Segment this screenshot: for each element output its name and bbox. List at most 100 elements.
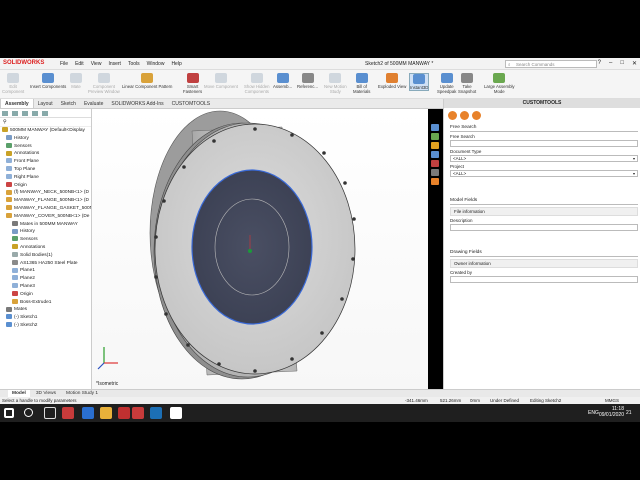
configuration-icon[interactable] — [22, 111, 28, 116]
tree-node[interactable]: Sensors — [0, 236, 91, 244]
command-smart-fasteners-button[interactable]: Smart Fasteners — [183, 73, 202, 94]
file-explorer-taskbar-icon[interactable] — [100, 407, 112, 419]
tree-node[interactable]: Origin — [0, 290, 91, 299]
windows-start-icon[interactable] — [4, 408, 14, 418]
custom-properties-icon[interactable] — [431, 169, 439, 176]
clock[interactable]: 11:18 09/01/2020 — [599, 406, 624, 418]
menu-item-tools[interactable]: Tools — [128, 61, 140, 67]
tree-node[interactable]: History — [0, 228, 91, 236]
file-information-group[interactable]: File information — [450, 207, 638, 216]
bottom-tab-model[interactable]: Model — [8, 390, 30, 397]
document-type-select[interactable]: <ALL> ▾ — [450, 155, 638, 162]
tab-evaluate[interactable]: Evaluate — [80, 99, 107, 108]
tree-node[interactable]: MANWAY_COVER_500NB<1> (De — [0, 213, 91, 221]
command-component-preview-window-button[interactable]: Component Preview Window — [88, 73, 120, 94]
solidworks-taskbar-icon[interactable] — [62, 407, 74, 419]
tree-node[interactable]: Annotations — [0, 244, 91, 252]
notification-badge[interactable]: 21 — [626, 410, 632, 416]
manway-cover[interactable] — [191, 169, 313, 325]
tree-root[interactable]: 500MM MANWAY (Default<Display — [0, 127, 91, 135]
section-title[interactable]: Model Fields — [450, 197, 638, 205]
created-by-input[interactable] — [450, 276, 638, 283]
tree-node[interactable]: AS1365 HA250 Steel Plate — [0, 259, 91, 268]
menu-item-window[interactable]: Window — [147, 61, 165, 67]
customtools-icon[interactable] — [431, 178, 439, 185]
edge-icon[interactable] — [82, 407, 94, 419]
tree-node[interactable]: Mates — [0, 306, 91, 314]
tree-node[interactable]: Mates in 500MM MANWAY — [0, 220, 91, 229]
minimize-button[interactable]: – — [609, 60, 612, 67]
project-select[interactable]: <ALL> ▾ — [450, 170, 638, 177]
tree-node[interactable]: Boss-Extrude1 — [0, 298, 91, 307]
command-large-assembly-mode-button[interactable]: Large Assembly Mode — [484, 73, 515, 94]
menu-item-insert[interactable]: Insert — [108, 61, 121, 67]
graphics-area[interactable]: *Isometric — [92, 109, 428, 389]
tree-node[interactable]: Plane2 — [0, 275, 91, 283]
settings-button-icon[interactable] — [472, 111, 481, 120]
property-manager-icon[interactable] — [12, 111, 18, 116]
command-assemb-button[interactable]: Assemb... — [273, 73, 292, 89]
settings-icon[interactable] — [150, 407, 162, 419]
tree-node[interactable]: History — [0, 135, 91, 143]
appearances-icon[interactable] — [431, 160, 439, 167]
search-button-icon[interactable] — [448, 111, 457, 120]
tab-sketch[interactable]: Sketch — [57, 99, 80, 108]
search-taskbar-icon[interactable] — [24, 408, 33, 417]
tree-node[interactable]: MANWAY_FLANGE_500NB<1> (D — [0, 197, 91, 205]
menu-item-help[interactable]: Help — [171, 61, 181, 67]
bottom-tab-motion-study-1[interactable]: Motion Study 1 — [62, 390, 102, 397]
pdm-icon[interactable] — [118, 407, 130, 419]
tab-layout[interactable]: Layout — [34, 99, 57, 108]
display-manager-icon[interactable] — [42, 111, 48, 116]
section-title[interactable]: Drawing Fields — [450, 249, 638, 257]
tree-filter[interactable]: ⚲ — [0, 118, 91, 127]
description-input[interactable] — [450, 224, 638, 231]
command-new-motion-study-button[interactable]: New Motion Study — [324, 73, 347, 94]
owner-information-group[interactable]: Owner information — [450, 259, 638, 268]
tree-node[interactable]: Origin — [0, 181, 91, 190]
tree-node[interactable]: Solid Bodies(1) — [0, 251, 91, 260]
file-explorer-icon[interactable] — [431, 142, 439, 149]
status-units[interactable]: MMGS — [605, 398, 619, 403]
close-button[interactable]: ✕ — [632, 60, 637, 67]
dimxpert-icon[interactable] — [32, 111, 38, 116]
language-indicator[interactable]: ENG — [588, 410, 599, 416]
tab-assembly[interactable]: Assembly — [0, 99, 34, 108]
command-insert-components-button[interactable]: Insert Components — [30, 73, 66, 89]
command-bill-of-materials-button[interactable]: Bill of Materials — [353, 73, 370, 94]
command-referenc-button[interactable]: Referenc... — [297, 73, 318, 89]
command-mate-button[interactable]: Mate — [70, 73, 82, 89]
tree-node[interactable]: MANWAY_FLANGE_GASKET_500N — [0, 205, 91, 213]
design-library-icon[interactable] — [431, 133, 439, 140]
command-edit-component-button[interactable]: Edit Component — [2, 73, 24, 94]
tree-node[interactable]: Plane3 — [0, 283, 91, 291]
tree-node[interactable]: Annotations — [0, 150, 91, 158]
command-update-speedpak-button[interactable]: Update Speedpak — [437, 73, 456, 94]
menu-item-view[interactable]: View — [91, 61, 102, 67]
task-view-icon[interactable] — [44, 407, 56, 419]
save-button-icon[interactable] — [460, 111, 469, 120]
tree-node[interactable]: Plane1 — [0, 267, 91, 275]
tree-node[interactable]: (-) Sketch1 — [0, 314, 91, 322]
tree-node[interactable]: Sensors — [0, 142, 91, 151]
command-show-hidden-components-button[interactable]: Show Hidden Components — [244, 73, 270, 94]
tree-node[interactable]: Front Plane — [0, 158, 91, 166]
bottom-tab-3d-views[interactable]: 3D Views — [32, 390, 60, 397]
tree-node[interactable]: Top Plane — [0, 166, 91, 174]
view-palette-icon[interactable] — [431, 151, 439, 158]
tab-customtools[interactable]: CUSTOMTOOLS — [168, 99, 214, 108]
feature-tree-icon[interactable] — [2, 111, 8, 116]
free-search-input[interactable] — [450, 140, 638, 147]
command-instant3d-button[interactable]: Instant3D — [409, 73, 430, 91]
section-title[interactable]: Free Search — [450, 124, 638, 132]
menu-item-edit[interactable]: Edit — [75, 61, 84, 67]
tree-node[interactable]: Right Plane — [0, 174, 91, 182]
app-icon[interactable] — [170, 407, 182, 419]
command-take-snapshot-button[interactable]: Take Snapshot — [458, 73, 476, 94]
command-linear-component-pattern-button[interactable]: Linear Component Pattern — [122, 73, 172, 89]
command-exploded-view-button[interactable]: Exploded View — [378, 73, 406, 89]
help-button[interactable]: ? — [598, 60, 601, 67]
tree-node[interactable]: (-) Sketch2 — [0, 322, 91, 330]
maximize-button[interactable]: □ — [620, 60, 624, 67]
solidworks-pdf-icon[interactable] — [132, 407, 144, 419]
